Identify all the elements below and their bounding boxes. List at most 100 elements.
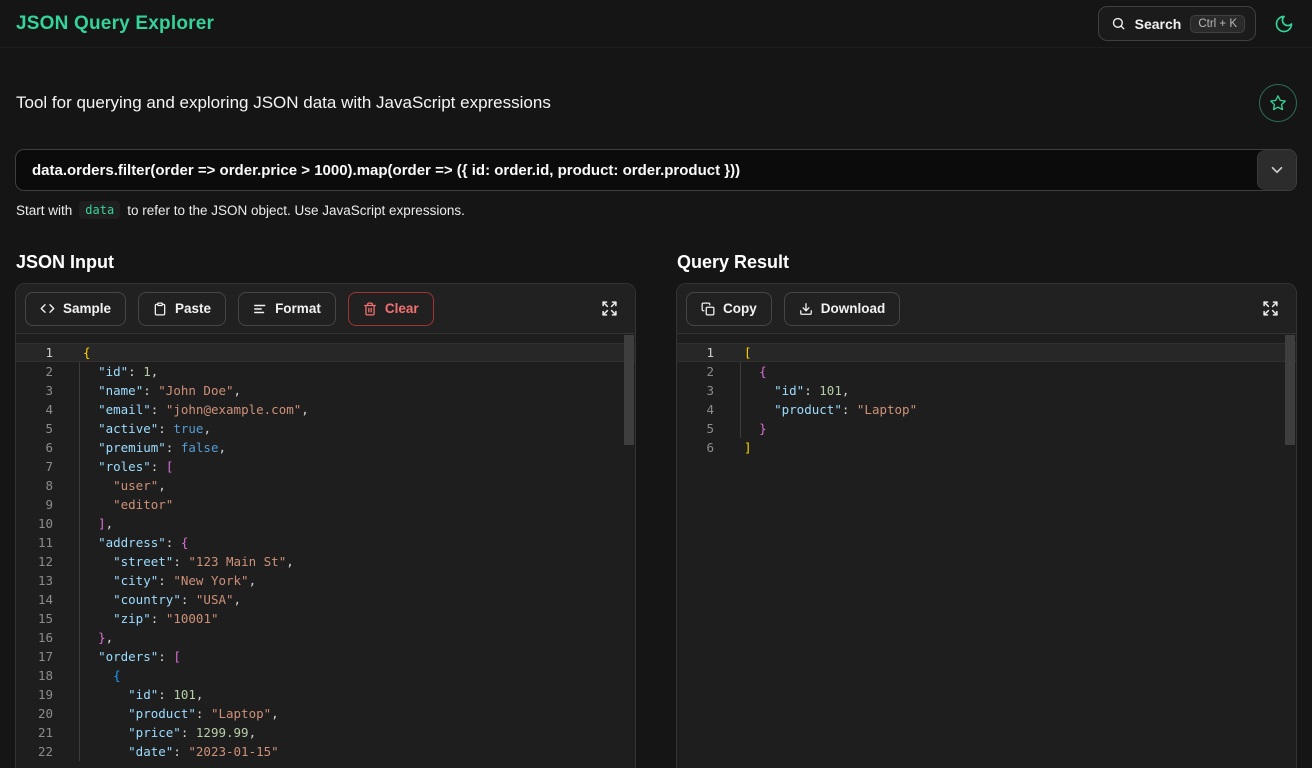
line-number: 2 [16, 362, 53, 381]
line-number: 17 [16, 647, 53, 666]
line-number: 3 [16, 381, 53, 400]
search-shortcut: Ctrl + K [1190, 15, 1245, 33]
sample-button-label: Sample [63, 301, 111, 316]
code-icon [40, 301, 55, 316]
code-line: 4 "email": "john@example.com", [16, 400, 635, 419]
line-number: 5 [677, 419, 714, 438]
sample-button[interactable]: Sample [25, 292, 126, 326]
json-input-panel: Sample Paste Format [15, 283, 636, 768]
code-line: 21 "price": 1299.99, [16, 723, 635, 742]
code-line: 9 "editor" [16, 495, 635, 514]
line-number: 5 [16, 419, 53, 438]
line-number: 4 [16, 400, 53, 419]
theme-toggle-button[interactable] [1270, 10, 1298, 38]
code-line: 3 "name": "John Doe", [16, 381, 635, 400]
line-number: 7 [16, 457, 53, 476]
json-input-title: JSON Input [15, 252, 636, 273]
line-number: 10 [16, 514, 53, 533]
code-lines: 1{2 "id": 1,3 "name": "John Doe",4 "emai… [16, 343, 635, 761]
favorite-button[interactable] [1259, 84, 1297, 122]
search-label: Search [1135, 16, 1182, 32]
code-line: 20 "product": "Laptop", [16, 704, 635, 723]
data-keyword-chip: data [79, 201, 120, 219]
editor-scrollbar[interactable] [1285, 335, 1295, 768]
query-input[interactable] [16, 150, 1257, 190]
line-number: 21 [16, 723, 53, 742]
search-button[interactable]: Search Ctrl + K [1098, 6, 1256, 41]
query-result-editor[interactable]: 1[2 {3 "id": 101,4 "product": "Laptop"5 … [677, 334, 1296, 768]
scrollbar-thumb[interactable] [1285, 335, 1295, 445]
code-line: 14 "country": "USA", [16, 590, 635, 609]
panels-row: JSON Input Sample Paste [0, 252, 1312, 768]
code-line: 11 "address": { [16, 533, 635, 552]
query-hint: Start with data to refer to the JSON obj… [16, 201, 1297, 219]
line-number: 1 [16, 343, 53, 362]
format-button-label: Format [275, 301, 321, 316]
code-line: 4 "product": "Laptop" [677, 400, 1296, 419]
copy-icon [701, 302, 715, 316]
line-number: 18 [16, 666, 53, 685]
line-number: 4 [677, 400, 714, 419]
line-number: 6 [16, 438, 53, 457]
header-actions: Search Ctrl + K [1098, 6, 1298, 41]
line-number: 6 [677, 438, 714, 457]
code-line: 15 "zip": "10001" [16, 609, 635, 628]
line-number: 13 [16, 571, 53, 590]
format-button[interactable]: Format [238, 292, 336, 326]
code-line: 13 "city": "New York", [16, 571, 635, 590]
expand-icon [601, 300, 618, 317]
line-number: 15 [16, 609, 53, 628]
code-line: 22 "date": "2023-01-15" [16, 742, 635, 761]
line-number: 1 [677, 343, 714, 362]
line-number: 12 [16, 552, 53, 571]
clear-button[interactable]: Clear [348, 292, 434, 326]
copy-button[interactable]: Copy [686, 292, 772, 326]
code-lines: 1[2 {3 "id": 101,4 "product": "Laptop"5 … [677, 343, 1296, 457]
clear-button-label: Clear [385, 301, 419, 316]
app-title: JSON Query Explorer [16, 13, 214, 35]
line-number: 2 [677, 362, 714, 381]
query-result-panel: Copy Download [676, 283, 1297, 768]
code-line: 1[ [677, 343, 1296, 362]
code-line: 7 "roles": [ [16, 457, 635, 476]
code-line: 2 "id": 1, [16, 362, 635, 381]
paste-button[interactable]: Paste [138, 292, 226, 326]
hint-suffix: to refer to the JSON object. Use JavaScr… [127, 203, 465, 218]
line-number: 22 [16, 742, 53, 761]
line-number: 20 [16, 704, 53, 723]
hint-prefix: Start with [16, 203, 72, 218]
app-header: JSON Query Explorer Search Ctrl + K [0, 0, 1312, 48]
code-line: 16 }, [16, 628, 635, 647]
paste-button-label: Paste [175, 301, 211, 316]
code-line: 10 ], [16, 514, 635, 533]
code-line: 12 "street": "123 Main St", [16, 552, 635, 571]
download-button-label: Download [821, 301, 886, 316]
expand-result-button[interactable] [1254, 296, 1287, 321]
query-input-group [15, 149, 1297, 191]
copy-button-label: Copy [723, 301, 757, 316]
code-line: 2 { [677, 362, 1296, 381]
line-number: 19 [16, 685, 53, 704]
app-description: Tool for querying and exploring JSON dat… [16, 93, 551, 113]
line-number: 8 [16, 476, 53, 495]
download-button[interactable]: Download [784, 292, 901, 326]
search-icon [1111, 16, 1126, 31]
intro-row: Tool for querying and exploring JSON dat… [0, 84, 1312, 122]
scrollbar-thumb[interactable] [624, 335, 634, 445]
code-line: 5 } [677, 419, 1296, 438]
expand-icon [1262, 300, 1279, 317]
line-number: 9 [16, 495, 53, 514]
code-line: 5 "active": true, [16, 419, 635, 438]
json-input-editor[interactable]: 1{2 "id": 1,3 "name": "John Doe",4 "emai… [16, 334, 635, 768]
code-line: 17 "orders": [ [16, 647, 635, 666]
code-line: 6 "premium": false, [16, 438, 635, 457]
json-input-section: JSON Input Sample Paste [15, 252, 636, 768]
query-history-dropdown-button[interactable] [1257, 150, 1296, 190]
query-result-toolbar: Copy Download [677, 284, 1296, 334]
line-number: 11 [16, 533, 53, 552]
star-icon [1269, 94, 1287, 112]
editor-scrollbar[interactable] [624, 335, 634, 768]
line-number: 14 [16, 590, 53, 609]
code-line: 1{ [16, 343, 635, 362]
expand-input-button[interactable] [593, 296, 626, 321]
